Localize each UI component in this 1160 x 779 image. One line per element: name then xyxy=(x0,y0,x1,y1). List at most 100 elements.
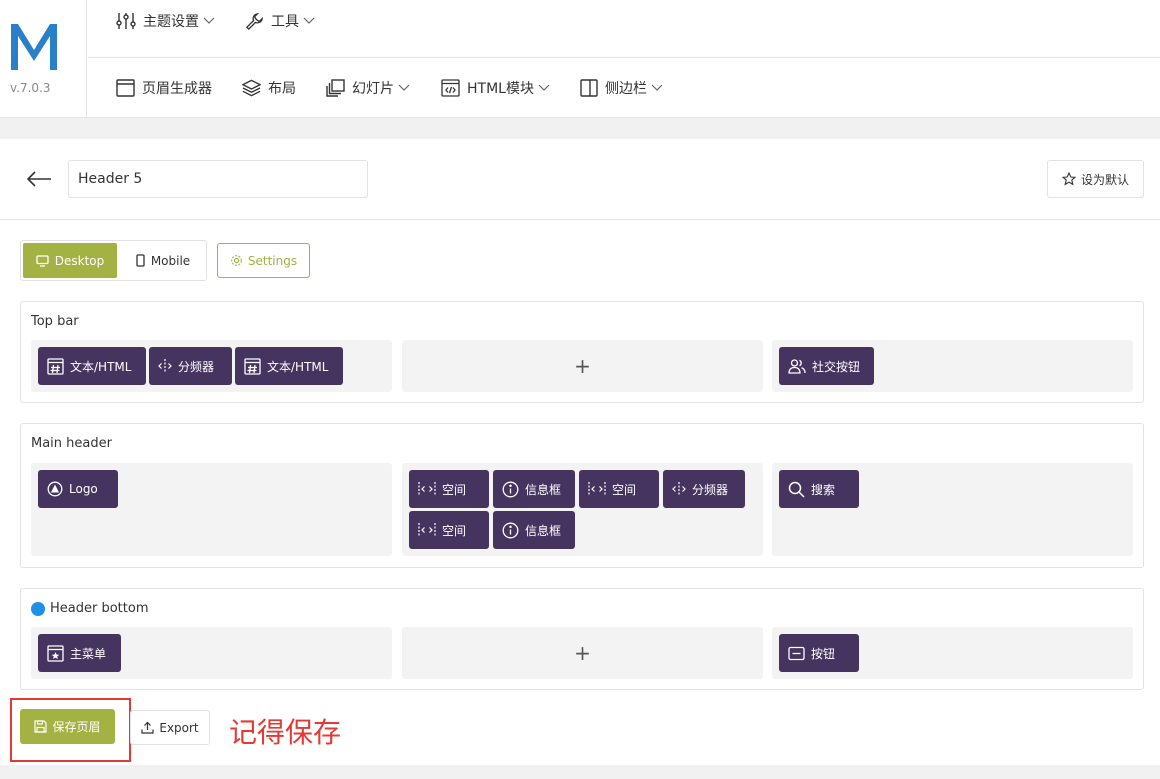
element-logo[interactable]: Logo xyxy=(38,470,118,508)
element-infobox[interactable]: 信息框 xyxy=(493,511,575,549)
nav-theme-settings[interactable]: 主题设置 xyxy=(116,9,215,33)
zone-center[interactable]: + xyxy=(402,340,763,392)
header-builder-panel: 设为默认 Desktop Mobile Settings Top bar 文本/… xyxy=(0,139,1160,765)
upload-icon xyxy=(141,721,154,734)
nav-header-builder-label: 页眉生成器 xyxy=(142,81,212,97)
element-label: 按钮 xyxy=(811,646,836,661)
element-label: 空间 xyxy=(442,482,467,497)
save-header-label: 保存页眉 xyxy=(52,720,101,734)
desktop-tab[interactable]: Desktop xyxy=(23,243,117,278)
nav-tools-label: 工具 xyxy=(271,14,299,30)
nav-html-blocks-label: HTML模块 xyxy=(467,81,534,97)
button-icon xyxy=(788,646,805,660)
zone-left[interactable]: Logo xyxy=(31,463,392,556)
element-label: 分频器 xyxy=(178,359,215,374)
element-text-html[interactable]: 文本/HTML xyxy=(38,347,146,385)
nav-slides[interactable]: 幻灯片 xyxy=(326,76,410,100)
zone-center[interactable]: + xyxy=(402,627,763,679)
space-icon xyxy=(588,482,606,496)
slides-icon xyxy=(326,79,345,97)
panel-header: 设为默认 xyxy=(0,139,1160,220)
element-label: 文本/HTML xyxy=(267,359,329,374)
settings-button[interactable]: Settings xyxy=(217,243,310,278)
header-name-input[interactable] xyxy=(68,160,368,198)
element-label: Logo xyxy=(69,482,98,496)
chevron-down-icon xyxy=(203,17,215,24)
top-navigation: v.7.0.3 主题设置 工具 页眉生成器 布局 幻灯片 HTML模块 侧边栏 xyxy=(0,0,1160,118)
footer-actions: 保存页眉 Export 记得保存 xyxy=(0,698,1160,765)
back-arrow-icon[interactable] xyxy=(26,169,52,189)
element-main-menu[interactable]: 主菜单 xyxy=(38,634,121,672)
nav-tools[interactable]: 工具 xyxy=(245,9,315,33)
save-header-button[interactable]: 保存页眉 xyxy=(20,709,115,744)
layers-icon xyxy=(242,79,261,97)
mobile-tab[interactable]: Mobile xyxy=(121,243,205,278)
element-button[interactable]: 按钮 xyxy=(779,634,859,672)
nav-sidebar[interactable]: 侧边栏 xyxy=(580,76,663,100)
nav-html-blocks[interactable]: HTML模块 xyxy=(441,76,550,100)
element-label: 搜索 xyxy=(811,482,836,497)
nav-layout[interactable]: 布局 xyxy=(242,76,296,100)
wrench-icon xyxy=(245,12,263,30)
set-default-label: 设为默认 xyxy=(1080,172,1129,187)
zone-right[interactable]: 社交按钮 xyxy=(772,340,1133,392)
sliders-icon xyxy=(116,13,136,29)
element-search[interactable]: 搜索 xyxy=(779,470,859,508)
space-icon xyxy=(418,482,436,496)
info-icon xyxy=(502,522,519,538)
nav-layout-label: 布局 xyxy=(268,81,296,97)
element-spacer[interactable]: 空间 xyxy=(409,511,489,549)
export-label: Export xyxy=(159,720,199,735)
hash-icon xyxy=(244,357,261,375)
monitor-icon xyxy=(36,254,49,267)
nav-theme-settings-label: 主题设置 xyxy=(143,14,199,30)
element-social-buttons[interactable]: 社交按钮 xyxy=(779,347,874,385)
search-icon xyxy=(788,481,805,498)
users-icon xyxy=(788,359,806,374)
nav-header-builder[interactable]: 页眉生成器 xyxy=(116,76,212,100)
add-element-button[interactable]: + xyxy=(574,356,591,376)
star-icon xyxy=(1061,172,1076,186)
element-spacer[interactable]: 空间 xyxy=(409,470,489,508)
element-label: 信息框 xyxy=(525,482,562,497)
zone-left[interactable]: 文本/HTML 分频器 文本/HTML xyxy=(31,340,392,392)
chevron-down-icon xyxy=(303,17,315,24)
sidebar-icon xyxy=(580,79,598,97)
set-default-button[interactable]: 设为默认 xyxy=(1047,160,1144,198)
section-title: Top bar xyxy=(31,314,79,329)
section-header-bottom: Header bottom 主菜单 + 按钮 xyxy=(20,588,1144,690)
section-title: Header bottom xyxy=(31,601,148,616)
element-divider[interactable]: 分频器 xyxy=(663,470,745,508)
zone-left[interactable]: 主菜单 xyxy=(31,627,392,679)
nav-row-primary: 主题设置 工具 xyxy=(88,0,1160,58)
chevron-down-icon xyxy=(651,84,663,91)
space-icon xyxy=(418,523,436,537)
zone-right[interactable]: 按钮 xyxy=(772,627,1133,679)
element-spacer[interactable]: 空间 xyxy=(579,470,659,508)
gear-icon xyxy=(231,255,242,266)
code-icon xyxy=(441,79,460,97)
status-dot xyxy=(31,601,45,616)
element-label: 分频器 xyxy=(692,482,729,497)
desktop-tab-label: Desktop xyxy=(54,253,105,268)
element-divider[interactable]: 分频器 xyxy=(149,347,232,385)
window-icon xyxy=(116,79,135,97)
add-element-button[interactable]: + xyxy=(574,643,591,663)
settings-label: Settings xyxy=(247,253,298,268)
section-top-bar: Top bar 文本/HTML 分频器 文本/HTML + 社交按钮 xyxy=(20,301,1144,403)
element-label: 主菜单 xyxy=(70,646,107,661)
element-text-html[interactable]: 文本/HTML xyxy=(235,347,343,385)
element-label: 空间 xyxy=(442,523,467,538)
element-label: 社交按钮 xyxy=(812,359,861,374)
divider-icon xyxy=(158,359,172,373)
export-button[interactable]: Export xyxy=(130,710,210,745)
device-switcher: Desktop Mobile xyxy=(20,240,207,281)
logo-icon[interactable] xyxy=(9,20,59,72)
element-label: 空间 xyxy=(612,482,637,497)
element-infobox[interactable]: 信息框 xyxy=(493,470,575,508)
zone-right[interactable]: 搜索 xyxy=(772,463,1133,556)
element-label: 文本/HTML xyxy=(70,359,132,374)
hash-icon xyxy=(47,357,64,375)
logo-icon xyxy=(47,481,63,497)
zone-center[interactable]: 空间 信息框 空间 分频器 空间 信息框 xyxy=(402,463,763,556)
